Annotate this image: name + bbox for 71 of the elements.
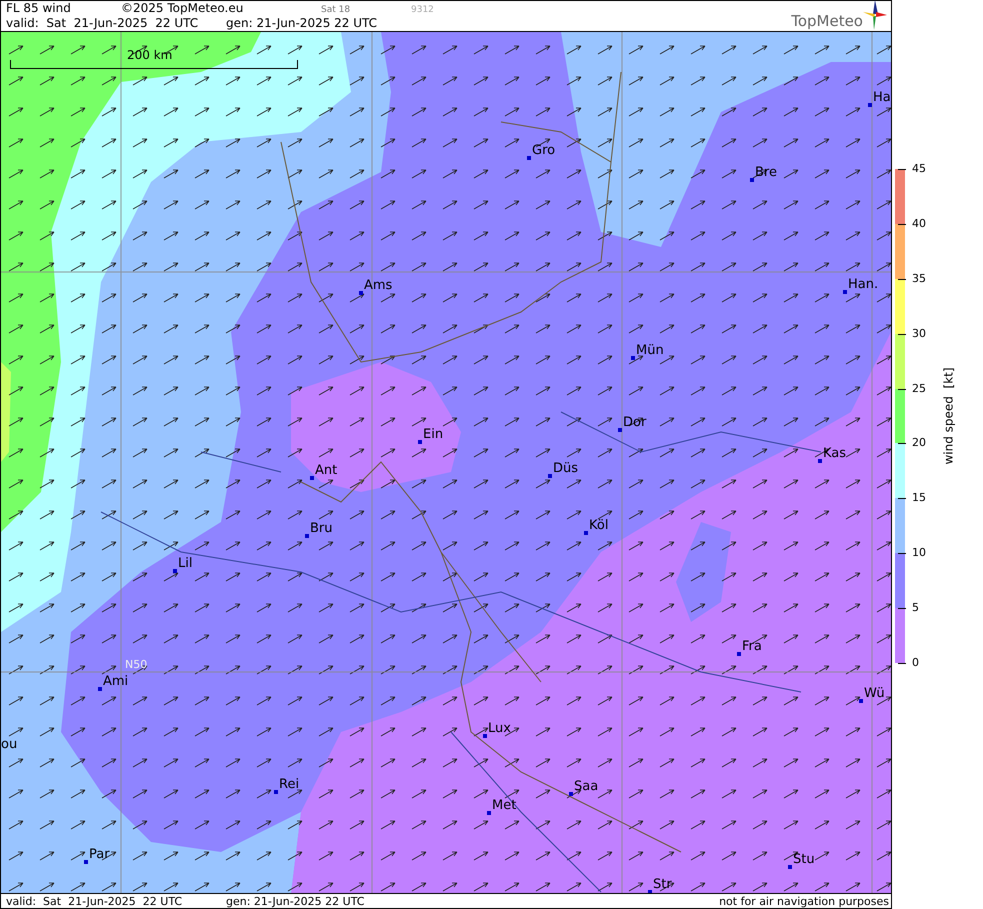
city-marker (487, 811, 491, 815)
city-label: Par (89, 847, 110, 862)
city-label: Ha (873, 90, 891, 105)
city-marker (569, 792, 573, 796)
scale-title: wind speed [kt] (942, 367, 956, 465)
city-marker (750, 178, 754, 182)
city-marker (98, 687, 102, 691)
city-marker (818, 459, 822, 463)
map-title: FL 85 wind (6, 1, 72, 15)
latitude-label: N50 (125, 658, 148, 671)
city-label: Rei (279, 777, 300, 792)
city-label: Gro (532, 143, 556, 158)
scale-tick-label: 5 (912, 601, 919, 616)
generated-time: gen: 21-Jun-2025 22 UTC (226, 894, 366, 908)
city-marker (788, 865, 792, 869)
city-marker (483, 734, 487, 738)
scale-tick-label: 40 (912, 216, 926, 231)
city-label: Han. (848, 277, 878, 292)
city-label: Fra (742, 639, 762, 654)
city-marker (310, 476, 314, 480)
city-marker (527, 156, 531, 160)
city-marker (173, 569, 177, 573)
city-marker (84, 860, 88, 864)
scale-tick-label: 30 (912, 326, 926, 341)
city-marker (274, 790, 278, 794)
copyright-text: ©2025 TopMeteo.eu (121, 1, 244, 15)
city-label: Lux (488, 721, 511, 736)
city-marker (548, 474, 552, 478)
city-label: Lil (178, 556, 192, 571)
city-label: Ein (423, 427, 444, 442)
code-label: 9312 (411, 5, 434, 15)
city-marker (618, 428, 622, 432)
city-label: Ant (315, 463, 338, 478)
valid-time: valid: Sat 21-Jun-2025 22 UTC (6, 16, 200, 30)
pinwheel-logo-icon (863, 0, 887, 30)
city-marker (631, 356, 635, 360)
scale-tick-label: 15 (912, 491, 926, 506)
run-label: Sat 18 (321, 5, 352, 15)
city-label: Saa (574, 779, 598, 794)
city-label: Mün (636, 343, 664, 358)
city-label: Str (653, 877, 672, 892)
scale-label: 200 km (127, 48, 172, 62)
city-label: Düs (553, 461, 578, 476)
city-label: ou (1, 737, 18, 752)
scale-tick-label: 35 (912, 272, 926, 286)
city-label: Bru (310, 521, 333, 536)
city-marker (843, 290, 847, 294)
city-label: Stu (793, 852, 815, 867)
city-marker (648, 890, 652, 894)
city-label: Wü (864, 686, 885, 701)
disclaimer-text: not for air navigation purposes (719, 894, 890, 908)
city-marker (737, 652, 741, 656)
city-marker (859, 699, 863, 703)
city-marker (418, 440, 422, 444)
city-marker (359, 291, 363, 295)
city-label: Kas (823, 446, 846, 461)
logo-text: TopMeteo (791, 12, 863, 30)
city-label: Köl (589, 518, 608, 533)
city-marker (868, 103, 872, 107)
scale-tick-label: 45 (912, 162, 926, 176)
city-label: Met (492, 798, 516, 813)
valid-time: valid: Sat 21-Jun-2025 22 UTC (6, 894, 184, 908)
city-marker (305, 534, 309, 538)
city-marker (584, 531, 588, 535)
scale-tick-label: 20 (912, 436, 926, 450)
scale-tick-label: 0 (912, 656, 919, 670)
generated-time: gen: 21-Jun-2025 22 UTC (226, 16, 378, 30)
scale-tick-label: 10 (912, 546, 926, 560)
scale-tick-label: 25 (912, 382, 926, 396)
city-label: Ams (364, 278, 392, 293)
city-label: Ami (103, 674, 128, 689)
